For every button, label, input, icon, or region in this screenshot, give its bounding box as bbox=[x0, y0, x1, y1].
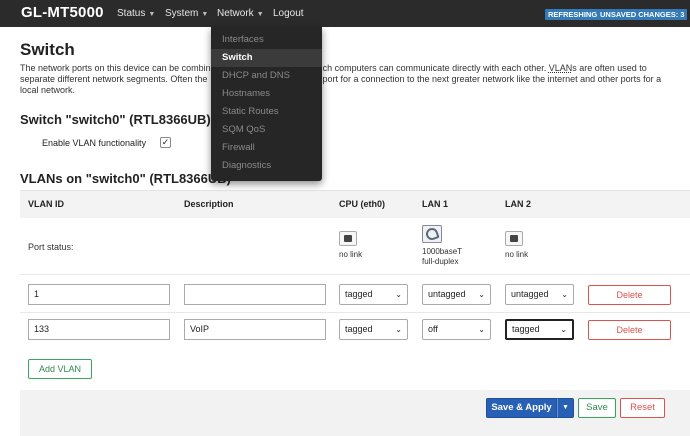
lan2-select-value: untagged bbox=[511, 289, 549, 299]
nav-logout[interactable]: Logout bbox=[273, 8, 304, 19]
save-apply-dropdown-toggle[interactable]: ▼ bbox=[557, 398, 574, 418]
port-status-lan1: 1000baseT full-duplex bbox=[422, 225, 462, 267]
row-divider bbox=[20, 312, 690, 313]
delete-vlan-button[interactable]: Delete bbox=[588, 285, 671, 305]
ethernet-port-icon bbox=[505, 231, 523, 246]
chevron-down-icon: ⌄ bbox=[560, 325, 567, 334]
nav-logout-label: Logout bbox=[273, 8, 304, 19]
description-input[interactable]: VoIP bbox=[184, 319, 326, 340]
save-button[interactable]: Save bbox=[578, 398, 616, 418]
chevron-down-icon: ⌄ bbox=[478, 325, 485, 334]
page-title: Switch bbox=[20, 40, 75, 59]
unsaved-changes-badge[interactable]: UNSAVED CHANGES: 3 bbox=[597, 9, 688, 20]
page-description: The network ports on this device can be … bbox=[20, 63, 675, 96]
save-apply-button[interactable]: Save & Apply bbox=[486, 398, 557, 418]
chevron-down-icon: ⌄ bbox=[478, 290, 485, 299]
lan1-select-value: off bbox=[428, 324, 438, 334]
col-cpu: CPU (eth0) bbox=[339, 199, 386, 209]
lan2-select[interactable]: untagged ⌄ bbox=[505, 284, 574, 305]
menu-item-diagnostics[interactable]: Diagnostics bbox=[211, 157, 322, 175]
vlan-id-input[interactable]: 133 bbox=[28, 319, 170, 340]
menu-item-sqm-qos[interactable]: SQM QoS bbox=[211, 121, 322, 139]
menu-item-static-routes[interactable]: Static Routes bbox=[211, 103, 322, 121]
col-lan1: LAN 1 bbox=[422, 199, 449, 209]
brand-logo[interactable]: GL-MT5000 bbox=[21, 4, 104, 21]
vlans-heading: VLANs on "switch0" (RTL8366UB) bbox=[20, 171, 231, 186]
caret-down-icon: ▼ bbox=[562, 404, 569, 411]
ethernet-connected-icon bbox=[422, 225, 442, 243]
caret-down-icon: ▼ bbox=[201, 11, 209, 18]
port-status-cpu: no link bbox=[339, 231, 362, 260]
chevron-down-icon: ⌄ bbox=[395, 290, 402, 299]
menu-item-dhcp-dns[interactable]: DHCP and DNS bbox=[211, 67, 322, 85]
port-status-lan1-line1: 1000baseT bbox=[422, 247, 463, 256]
cpu-select-value: tagged bbox=[345, 289, 373, 299]
delete-vlan-button[interactable]: Delete bbox=[588, 320, 671, 340]
caret-down-icon: ▼ bbox=[256, 11, 264, 18]
nav-system-label: System bbox=[165, 8, 199, 19]
menu-item-firewall[interactable]: Firewall bbox=[211, 139, 322, 157]
intro-part-2: ch computers can communicate directly wi… bbox=[322, 63, 549, 73]
refreshing-badge[interactable]: REFRESHING bbox=[545, 9, 601, 20]
caret-down-icon: ▼ bbox=[148, 11, 156, 18]
nav-network-label: Network bbox=[217, 8, 254, 19]
enable-vlan-label: Enable VLAN functionality bbox=[42, 138, 147, 148]
network-dropdown-menu: Interfaces Switch DHCP and DNS Hostnames… bbox=[211, 27, 322, 181]
port-status-lan2: no link bbox=[505, 231, 528, 260]
lan1-select-value: untagged bbox=[428, 289, 466, 299]
enable-vlan-checkbox[interactable]: ✓ bbox=[160, 137, 171, 148]
description-input[interactable] bbox=[184, 284, 326, 305]
add-vlan-button[interactable]: Add VLAN bbox=[28, 359, 92, 379]
row-divider bbox=[20, 274, 690, 275]
nav-status-label: Status bbox=[117, 8, 146, 19]
vlan-abbreviation: VLAN bbox=[548, 63, 573, 73]
nav-status[interactable]: Status ▼ bbox=[117, 8, 155, 19]
intro-part-1: The network ports on this device can be … bbox=[20, 63, 211, 73]
menu-item-interfaces[interactable]: Interfaces bbox=[211, 31, 322, 49]
port-status-lan1-line2: full-duplex bbox=[422, 257, 459, 266]
port-status-cpu-line1: no link bbox=[339, 250, 363, 259]
cpu-select[interactable]: tagged ⌄ bbox=[339, 319, 408, 340]
menu-item-switch[interactable]: Switch bbox=[211, 49, 322, 67]
chevron-down-icon: ⌄ bbox=[561, 290, 568, 299]
vlan-id-input[interactable]: 1 bbox=[28, 284, 170, 305]
switch-heading: Switch "switch0" (RTL8366UB) bbox=[20, 112, 211, 127]
top-navbar: GL-MT5000 Status ▼ System ▼ Network ▼ Logou… bbox=[0, 0, 690, 27]
lan2-select[interactable]: tagged ⌄ bbox=[505, 319, 574, 340]
chevron-down-icon: ⌄ bbox=[395, 325, 402, 334]
col-description: Description bbox=[184, 199, 234, 209]
cpu-select-value: tagged bbox=[345, 324, 373, 334]
menu-item-hostnames[interactable]: Hostnames bbox=[211, 85, 322, 103]
reset-button[interactable]: Reset bbox=[620, 398, 665, 418]
lan2-select-value: tagged bbox=[512, 324, 540, 334]
cpu-select[interactable]: tagged ⌄ bbox=[339, 284, 408, 305]
ethernet-port-icon bbox=[339, 231, 357, 246]
col-lan2: LAN 2 bbox=[505, 199, 532, 209]
nav-system[interactable]: System ▼ bbox=[165, 8, 208, 19]
lan1-select[interactable]: off ⌄ bbox=[422, 319, 491, 340]
port-status-label: Port status: bbox=[28, 242, 74, 252]
col-vlan-id: VLAN ID bbox=[28, 199, 64, 209]
lan1-select[interactable]: untagged ⌄ bbox=[422, 284, 491, 305]
port-status-lan2-line1: no link bbox=[505, 250, 529, 259]
nav-network[interactable]: Network ▼ bbox=[217, 8, 264, 19]
